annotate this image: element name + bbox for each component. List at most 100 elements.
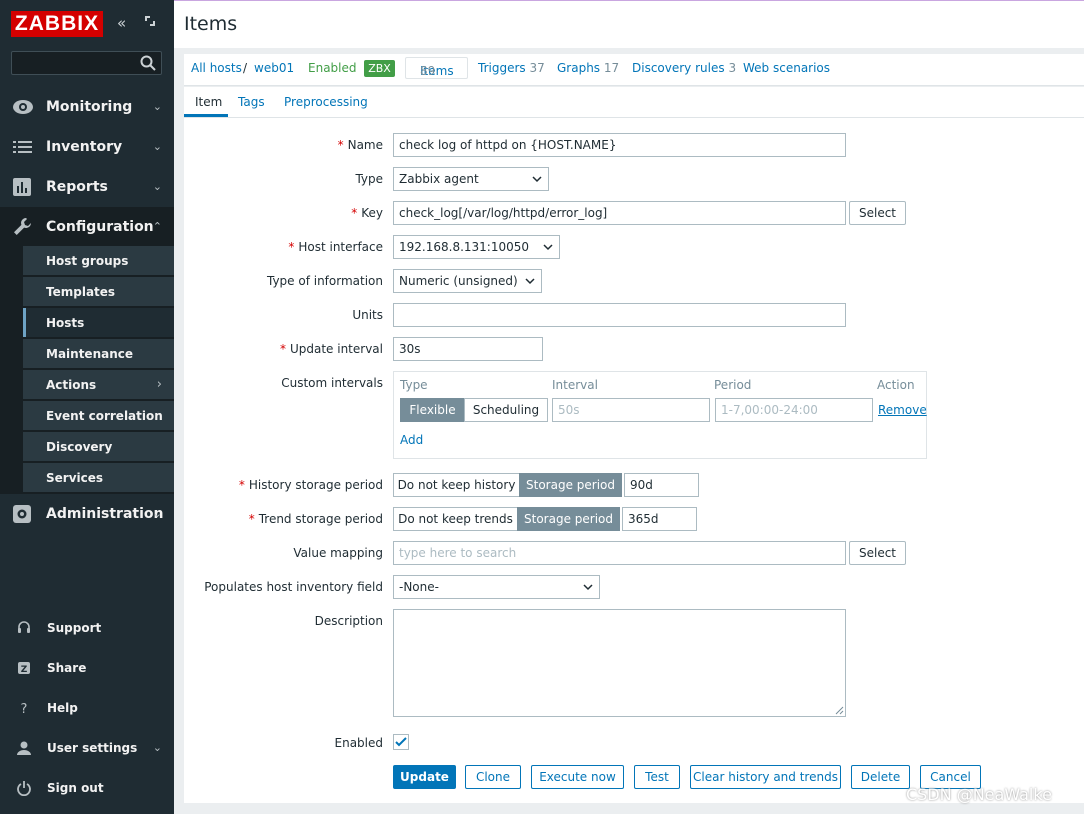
submenu-event-correlation[interactable]: Event correlation <box>23 401 174 431</box>
submenu-label: Host groups <box>46 254 129 268</box>
test-button[interactable]: Test <box>634 765 680 789</box>
clear-history-button[interactable]: Clear history and trends <box>690 765 841 789</box>
host-status-enabled[interactable]: Enabled <box>308 61 357 75</box>
type-of-information-value: Numeric (unsigned) <box>399 274 518 288</box>
tab-preprocessing[interactable]: Preprocessing <box>284 95 368 109</box>
footer-sign-out[interactable]: Sign out <box>0 770 174 806</box>
name-label: * Name <box>337 138 383 152</box>
zbx-availability-badge: ZBX <box>364 60 395 77</box>
history-do-not-keep-toggle[interactable]: Do not keep history <box>393 473 520 497</box>
chevron-down-icon: ⌄ <box>152 741 162 754</box>
units-label: Units <box>352 308 383 322</box>
inventory-field-select[interactable]: -None- <box>393 575 600 599</box>
ci-interval-input[interactable]: 50s <box>552 398 710 422</box>
item-form: Item Tags Preprocessing * Name check log … <box>184 87 1084 803</box>
chevron-down-icon: ⌄ <box>152 140 162 153</box>
breadcrumb-all-hosts[interactable]: All hosts <box>191 61 242 75</box>
key-select-button[interactable]: Select <box>849 201 906 225</box>
units-input[interactable] <box>393 303 846 327</box>
tab-tags[interactable]: Tags <box>238 95 265 109</box>
ci-remove-link[interactable]: Remove <box>878 403 927 417</box>
submenu-maintenance[interactable]: Maintenance <box>23 339 174 369</box>
custom-intervals-table: Type Interval Period Action Flexible Sch… <box>393 371 927 459</box>
nav-items-count: 89 <box>420 64 436 78</box>
ci-flexible-toggle[interactable]: Flexible <box>400 398 465 422</box>
nav-items[interactable]: Items 89 <box>405 57 468 79</box>
update-interval-input[interactable]: 30s <box>393 337 543 361</box>
ci-scheduling-toggle[interactable]: Scheduling <box>464 398 548 422</box>
tab-divider <box>184 117 1084 118</box>
key-label: * Key <box>351 206 383 220</box>
watermark: CSDN @NeaWalke <box>906 785 1052 804</box>
menu-inventory[interactable]: Inventory ⌄ <box>0 127 174 167</box>
ci-interval-header: Interval <box>552 378 598 392</box>
sidebar-search-input[interactable] <box>11 51 162 75</box>
menu-label: Reports <box>46 179 108 195</box>
chevron-down-icon <box>532 176 542 183</box>
delete-button[interactable]: Delete <box>851 765 910 789</box>
nav-discovery-rules[interactable]: Discovery rules 3 <box>632 61 736 75</box>
inventory-field-value: -None- <box>399 580 439 594</box>
search-icon[interactable] <box>139 54 157 72</box>
type-of-information-select[interactable]: Numeric (unsigned) <box>393 269 542 293</box>
nav-discovery-count: 3 <box>728 61 737 75</box>
history-period-input[interactable]: 90d <box>624 473 699 497</box>
update-button[interactable]: Update <box>393 765 456 789</box>
execute-now-button[interactable]: Execute now <box>531 765 624 789</box>
submenu-actions[interactable]: Actions › <box>23 370 174 400</box>
nav-triggers[interactable]: Triggers 37 <box>478 61 545 75</box>
footer-help[interactable]: ? Help <box>0 690 174 726</box>
submenu-label: Hosts <box>46 316 85 330</box>
nav-discovery-label: Discovery rules <box>632 61 725 75</box>
menu-monitoring[interactable]: Monitoring ⌄ <box>0 87 174 127</box>
footer-label: Support <box>47 621 102 635</box>
value-mapping-select-button[interactable]: Select <box>849 541 906 565</box>
resize-handle-icon[interactable] <box>834 705 844 715</box>
submenu-discovery[interactable]: Discovery <box>23 432 174 462</box>
menu-administration[interactable]: Administration ⌄ <box>0 494 174 534</box>
eye-icon <box>13 100 33 114</box>
ci-period-input[interactable]: 1-7,00:00-24:00 <box>715 398 873 422</box>
collapse-sidebar-icon[interactable]: « <box>117 14 126 32</box>
nav-web-scenarios[interactable]: Web scenarios <box>743 61 830 75</box>
kiosk-mode-icon[interactable] <box>143 14 157 32</box>
submenu-host-groups[interactable]: Host groups <box>23 246 174 276</box>
description-textarea[interactable] <box>393 609 846 717</box>
clone-button[interactable]: Clone <box>465 765 521 789</box>
footer-user-settings[interactable]: User settings ⌄ <box>0 730 174 766</box>
key-input[interactable]: check_log[/var/log/httpd/error_log] <box>393 201 846 225</box>
footer-label: Sign out <box>47 781 104 795</box>
menu-configuration[interactable]: Configuration ⌃ <box>0 207 174 247</box>
inventory-field-label: Populates host inventory field <box>204 580 383 594</box>
breadcrumb-host[interactable]: web01 <box>254 61 294 75</box>
nav-graphs-label: Graphs <box>557 61 601 75</box>
help-icon: ? <box>21 702 28 716</box>
footer-share[interactable]: Z Share <box>0 650 174 686</box>
type-select[interactable]: Zabbix agent <box>393 167 549 191</box>
name-input[interactable]: check log of httpd on {HOST.NAME} <box>393 133 846 157</box>
history-storage-period-toggle[interactable]: Storage period <box>519 473 622 497</box>
host-interface-select[interactable]: 192.168.8.131:10050 <box>393 235 560 259</box>
ci-add-link[interactable]: Add <box>400 433 423 447</box>
tab-item[interactable]: Item <box>195 95 222 109</box>
page-title: Items <box>184 13 238 35</box>
submenu-services[interactable]: Services <box>23 463 174 493</box>
trend-storage-period-toggle[interactable]: Storage period <box>517 507 620 531</box>
enabled-checkbox[interactable] <box>393 734 409 750</box>
submenu-hosts[interactable]: Hosts <box>23 308 174 338</box>
zabbix-logo[interactable]: ZABBIX <box>11 11 103 37</box>
trend-period-input[interactable]: 365d <box>622 507 697 531</box>
history-storage-label: * History storage period <box>238 478 383 492</box>
type-label: Type <box>355 172 383 186</box>
custom-intervals-label: Custom intervals <box>281 376 383 390</box>
submenu-templates[interactable]: Templates <box>23 277 174 307</box>
wrench-icon <box>14 218 31 235</box>
nav-graphs[interactable]: Graphs 17 <box>557 61 619 75</box>
svg-text:Z: Z <box>21 665 28 675</box>
chevron-down-icon <box>543 244 553 251</box>
chevron-down-icon <box>583 584 593 591</box>
footer-support[interactable]: Support <box>0 610 174 646</box>
menu-reports[interactable]: Reports ⌄ <box>0 167 174 207</box>
trend-do-not-keep-toggle[interactable]: Do not keep trends <box>393 507 518 531</box>
value-mapping-input[interactable]: type here to search <box>393 541 846 565</box>
